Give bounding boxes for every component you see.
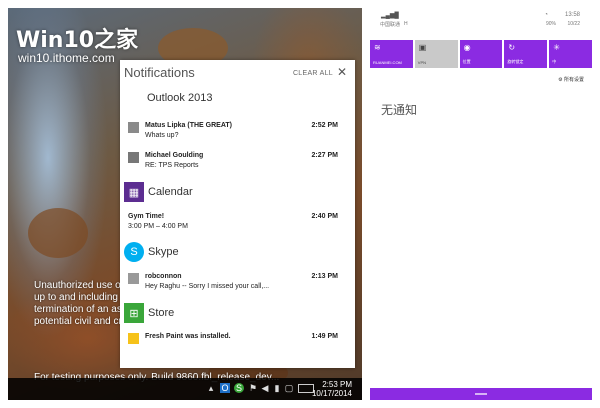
all-settings-label: 所有设置: [563, 77, 584, 83]
notification-item[interactable]: Matus Lipka (THE GREAT) 2:52 PM Whats up…: [128, 122, 348, 139]
quick-action-wifi[interactable]: ≋ RUANMEI.COM: [370, 40, 413, 68]
notifications-panel: Notifications CLEAR ALL ✕ Outlook 2013 M…: [120, 60, 355, 368]
notification-item[interactable]: robconnon 2:13 PM Hey Raghu -- Sorry I m…: [128, 273, 348, 290]
group-header-outlook[interactable]: Outlook 2013: [147, 92, 212, 104]
group-app-name: Outlook 2013: [147, 92, 213, 104]
clock-time: 2:53 PM: [322, 380, 352, 389]
wallpaper-leaves: [28, 208, 88, 258]
quick-action-brightness[interactable]: ✳ 中: [549, 40, 592, 68]
group-app-name: Calendar: [148, 186, 193, 198]
calendar-icon: ▦: [124, 182, 144, 202]
site-logo: Win10之家: [16, 28, 139, 53]
wifi-status-icon: ◔: [544, 12, 548, 18]
legal-text: Unauthorized use or up to and including …: [34, 280, 130, 328]
legal-line: potential civil and crin: [34, 316, 130, 327]
chevron-up-icon[interactable]: ▴: [206, 383, 216, 393]
phone-time: 13:58: [564, 12, 580, 18]
volume-icon[interactable]: ◀: [260, 383, 270, 393]
site-url: win10.ithome.com: [18, 51, 115, 65]
group-header-store[interactable]: ⊞ Store: [124, 303, 174, 323]
notifications-icon[interactable]: ▢: [284, 383, 294, 393]
legal-line: termination of an ass: [34, 304, 127, 315]
notifications-title: Notifications: [124, 65, 195, 80]
phone-screenshot: ▂▄▆█ 中国联通 H ◔ 13:58 90% 10/22 ≋ RUANMEI.…: [370, 8, 592, 400]
quick-action-location[interactable]: ◉ 位置: [459, 40, 503, 68]
notification-time: 2:13 PM: [311, 273, 338, 280]
gear-icon: ⚙: [558, 77, 563, 83]
quick-action-vpn[interactable]: ▣ VPN: [414, 40, 458, 68]
rotation-lock-icon: ↻: [508, 43, 516, 52]
wifi-icon: ≋: [374, 43, 381, 52]
drag-handle[interactable]: [475, 393, 487, 395]
notification-item[interactable]: Michael Goulding 2:27 PM RE: TPS Reports: [128, 152, 348, 169]
notification-body: 3:00 PM – 4:00 PM: [128, 223, 188, 230]
avatar: [128, 152, 139, 163]
group-app-name: Store: [148, 307, 175, 319]
signal-icon: ▂▄▆█: [381, 13, 399, 19]
notification-item[interactable]: Fresh Paint was installed. 1:49 PM: [128, 333, 348, 344]
skype-icon: S: [124, 242, 144, 262]
store-icon: ⊞: [124, 303, 144, 323]
location-icon: ◉: [463, 43, 471, 52]
no-notifications-text: 无通知: [381, 103, 418, 117]
quick-action-label: 位置: [462, 59, 471, 64]
legal-line: up to and including: [34, 292, 118, 303]
close-icon[interactable]: ✕: [337, 65, 347, 79]
nav-bar[interactable]: [370, 388, 592, 400]
legal-line: Unauthorized use or: [34, 280, 125, 291]
taskbar-clock[interactable]: 2:53 PM 10/17/2014: [312, 380, 352, 398]
carrier-name: 中国联通: [380, 22, 401, 28]
flag-icon[interactable]: ⚑: [248, 383, 258, 393]
phone-date: 10/22: [567, 21, 580, 27]
notification-time: 2:40 PM: [311, 213, 338, 220]
taskbar: ▴ O S ⚑ ◀ ▮ ▢ 2:53 PM 10/17/2014: [8, 378, 362, 400]
quick-action-rotation-lock[interactable]: ↻ 旋转锁定: [504, 40, 548, 68]
notification-item[interactable]: Gym Time! 2:40 PM 3:00 PM – 4:00 PM: [128, 213, 348, 230]
battery-level: 90%: [545, 21, 556, 27]
network-type: H: [404, 21, 408, 27]
notification-time: 2:52 PM: [311, 122, 338, 129]
fresh-paint-icon: [128, 333, 139, 344]
notification-time: 1:49 PM: [311, 333, 338, 340]
network-icon[interactable]: ▮: [272, 383, 282, 393]
clear-all-button[interactable]: CLEAR ALL: [293, 70, 333, 77]
skype-tray-icon[interactable]: S: [234, 383, 244, 393]
outlook-tray-icon[interactable]: O: [220, 383, 230, 393]
quick-actions: ≋ RUANMEI.COM ▣ VPN ◉ 位置 ↻ 旋转锁定 ✳ 中: [370, 40, 592, 68]
notification-time: 2:27 PM: [311, 152, 338, 159]
quick-action-label: VPN: [417, 60, 427, 65]
avatar: [128, 273, 139, 284]
quick-action-label: 旋转锁定: [507, 59, 524, 64]
brightness-icon: ✳: [553, 43, 560, 52]
notification-body: Whats up?: [145, 132, 179, 139]
lock-icon: ▣: [418, 43, 427, 52]
group-app-name: Skype: [148, 246, 179, 258]
group-header-calendar[interactable]: ▦ Calendar: [124, 182, 193, 202]
quick-action-label: 中: [552, 59, 557, 64]
status-bar: ▂▄▆█ 中国联通 H ◔ 13:58 90% 10/22: [370, 8, 592, 34]
clock-date: 10/17/2014: [311, 389, 352, 398]
notification-body: Hey Raghu -- Sorry I missed your call,..…: [145, 283, 270, 290]
all-settings-link[interactable]: ⚙ 所有设置: [558, 76, 584, 83]
group-header-skype[interactable]: S Skype: [124, 242, 179, 262]
avatar: [128, 122, 139, 133]
notification-body: RE: TPS Reports: [145, 162, 199, 169]
quick-action-label: RUANMEI.COM: [373, 60, 402, 65]
